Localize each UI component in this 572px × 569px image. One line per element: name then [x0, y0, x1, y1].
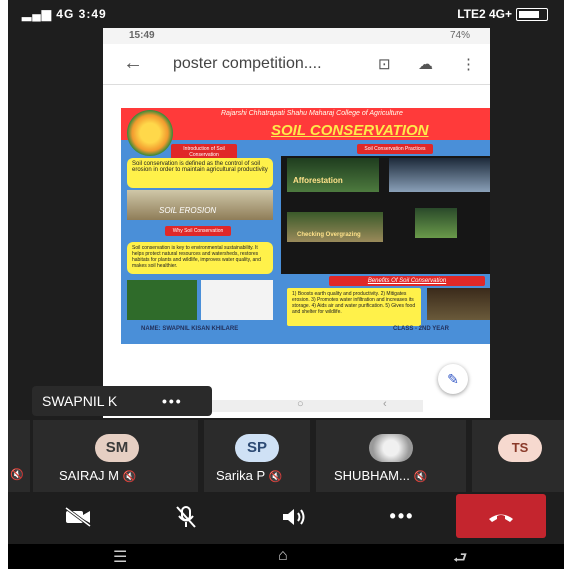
- call-controls: •••: [8, 492, 564, 544]
- mic-off-icon[interactable]: [136, 492, 236, 540]
- hang-up-icon: [489, 514, 513, 522]
- student-class: CLASS - 2ND YEAR: [393, 326, 449, 332]
- poster-image: Rajarshi Chhatrapati Shahu Maharaj Colle…: [121, 108, 490, 344]
- infographic-image: [127, 280, 197, 320]
- mic-muted-icon: 🔇: [10, 469, 24, 481]
- shared-home-icon: ○: [297, 398, 304, 410]
- back-arrow-icon[interactable]: ←: [123, 52, 143, 75]
- back-icon[interactable]: ⮐: [453, 547, 467, 569]
- more-options-button[interactable]: •••: [352, 492, 452, 540]
- shared-status-time: 15:49: [129, 30, 155, 41]
- system-nav-bar: ☰ ⌂ ⮐: [8, 544, 564, 569]
- shared-screen: 15:49 74% ← poster competition.... ⊡ ☁ ⋮…: [103, 28, 490, 418]
- shared-back-icon: ‹: [383, 398, 387, 410]
- presenter-more-icon[interactable]: •••: [162, 386, 183, 416]
- mic-muted-icon: 🔇: [122, 471, 137, 483]
- network-indicator: LTE2 4G+: [457, 7, 548, 22]
- terracing-photo: [389, 158, 490, 192]
- bar-chart-image: [201, 280, 273, 320]
- student-name: NAME: SWAPNIL KISAN KHILARE: [141, 326, 239, 332]
- benefits-text: 1) Boosts earth quality and productivity…: [287, 288, 421, 326]
- phone-screen: ▂▄▆ 4G 3:49 LTE2 4G+ 15:49 74% ← poster …: [8, 0, 564, 569]
- college-logo: [127, 110, 173, 156]
- avatar: TS: [498, 434, 542, 462]
- poster-title: SOIL CONSERVATION: [271, 122, 429, 139]
- intro-text: Soil conservation is defined as the cont…: [127, 158, 273, 188]
- participant-tile[interactable]: SM SAIRAJ M 🔇: [33, 420, 198, 492]
- battery-icon: [516, 8, 548, 22]
- participant-tile[interactable]: 🔇: [8, 420, 30, 492]
- signal-indicator: ▂▄▆ 4G 3:49: [22, 7, 107, 21]
- participant-name: Sarika P 🔇: [216, 468, 283, 483]
- seedling-photo: [427, 288, 490, 320]
- why-text: Soil conservation is key to environmenta…: [127, 242, 273, 274]
- status-time: 3:49: [78, 7, 107, 21]
- avatar: SP: [235, 434, 279, 462]
- participant-name: SHUBHAM... 🔇: [334, 468, 428, 483]
- participant-tile[interactable]: SP Sarika P 🔇: [204, 420, 310, 492]
- practices-badge: Soil Conservation Practices: [357, 144, 433, 154]
- status-bar: ▂▄▆ 4G 3:49 LTE2 4G+: [8, 0, 564, 28]
- grazing-photo: Checking Overgrazing: [287, 212, 383, 242]
- drive-icon[interactable]: ☁: [418, 55, 433, 73]
- home-icon[interactable]: ⌂: [278, 547, 288, 565]
- speaker-icon[interactable]: [244, 492, 344, 540]
- participant-strip: 🔇 SM SAIRAJ M 🔇 SP Sarika P 🔇 SHUBHAM...…: [8, 420, 564, 492]
- mic-muted-icon: 🔇: [268, 471, 283, 483]
- annotate-pen-button[interactable]: ✎: [438, 364, 468, 394]
- camera-off-icon[interactable]: [28, 492, 128, 540]
- participant-tile[interactable]: SHUBHAM... 🔇: [316, 420, 466, 492]
- shared-battery-level: 74%: [449, 30, 470, 41]
- document-title: poster competition....: [173, 55, 322, 72]
- why-badge: Why Soil Conservation: [165, 226, 231, 236]
- poster-college: Rajarshi Chhatrapati Shahu Maharaj Colle…: [221, 110, 403, 117]
- presenter-name: SWAPNIL K: [42, 393, 118, 409]
- benefits-badge: Benefits Of Soil Conservation: [329, 276, 485, 286]
- shared-nav-bar: ○ ‹: [183, 398, 423, 412]
- crop-icon[interactable]: ⊡: [378, 55, 391, 73]
- shared-status-bar: 15:49 74%: [103, 28, 490, 44]
- presenter-label[interactable]: SWAPNIL K •••: [32, 386, 212, 416]
- contour-photo: [415, 208, 457, 238]
- avatar-photo: [369, 434, 413, 462]
- soil-erosion-photo: SOIL EROSION: [127, 190, 273, 220]
- participant-name: SAIRAJ M 🔇: [59, 468, 137, 483]
- mic-muted-icon: 🔇: [413, 471, 428, 483]
- hang-up-button[interactable]: [456, 494, 546, 538]
- recent-apps-icon[interactable]: ☰: [113, 547, 127, 567]
- document-toolbar: ← poster competition.... ⊡ ☁ ⋮: [103, 44, 490, 85]
- participant-tile[interactable]: TS: [472, 420, 564, 492]
- afforestation-photo: Afforestation: [287, 158, 379, 192]
- more-vert-icon[interactable]: ⋮: [461, 55, 476, 73]
- avatar: SM: [95, 434, 139, 462]
